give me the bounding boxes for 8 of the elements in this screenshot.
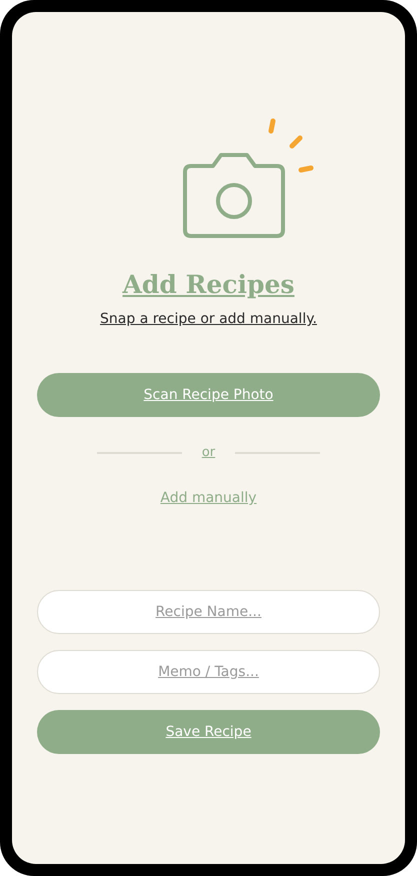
add-manually-link[interactable]: Add manually [160,490,257,506]
input-field[interactable]: Memo / Tags... [37,650,380,694]
scan-recipe-photo-button[interactable]: Scan Recipe Photo [37,373,380,417]
divider-label: or [202,445,216,460]
save-recipe-button[interactable]: Save Recipe [37,710,380,754]
subtitle: Snap a recipe or add manually. [100,311,317,327]
input-field[interactable]: Recipe Name... [37,590,380,634]
page-title: Add Recipes [122,270,294,299]
